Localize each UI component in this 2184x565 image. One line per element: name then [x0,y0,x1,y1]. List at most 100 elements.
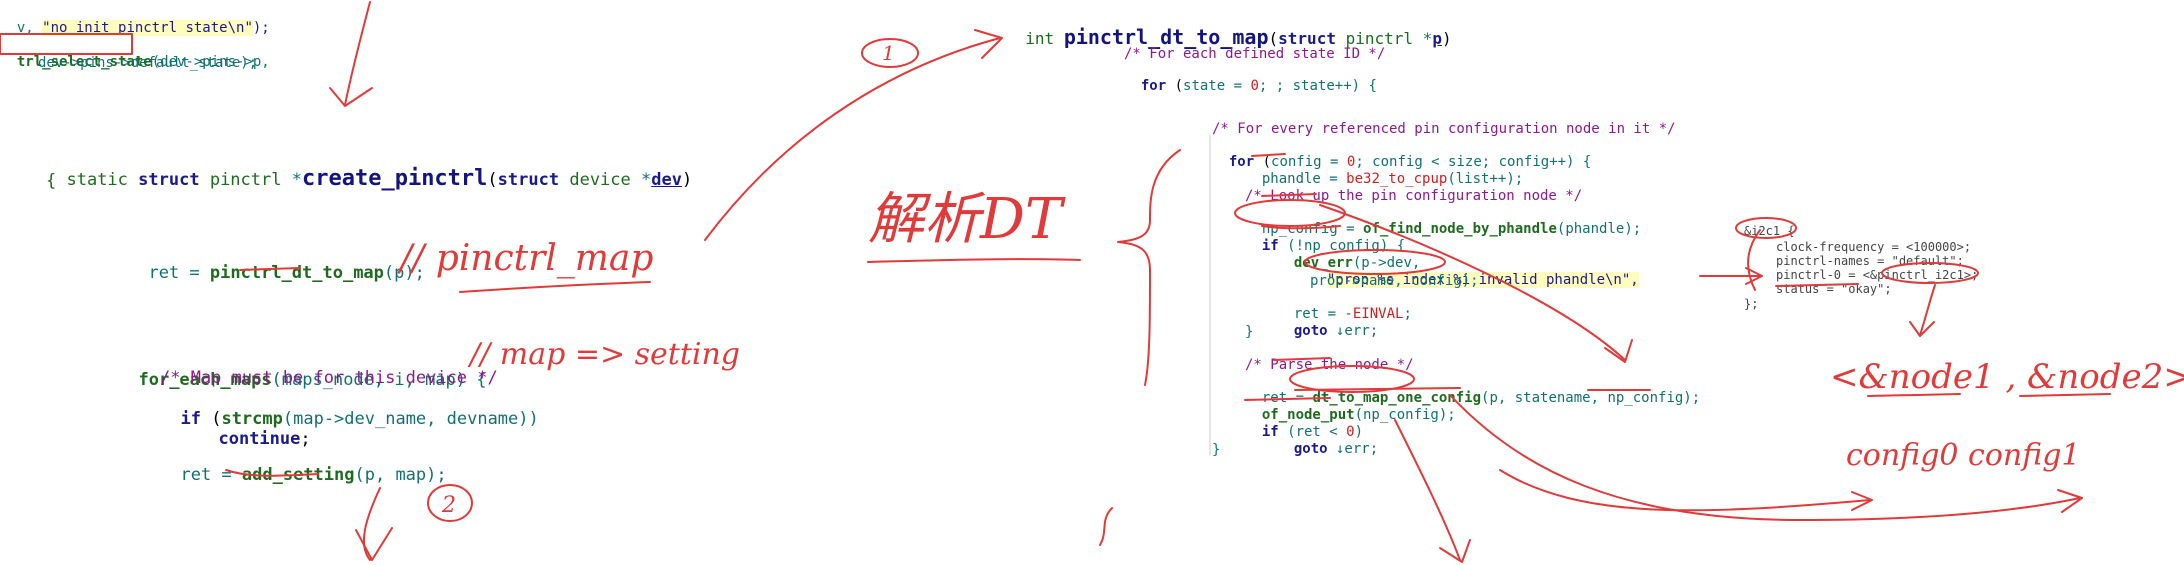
dt-line2: clock-frequency = <100000>; [1776,240,1972,254]
arrowhead-nodes [1909,321,1935,337]
for1-rest: ; ; state++) { [1258,78,1377,94]
goto1-kw: goto [1293,323,1328,339]
phandle-var: phandle = [1261,171,1347,187]
arrow-to-dt-to-map [704,37,1001,241]
param-struct-kw: struct [497,170,560,190]
function-name: create_pinctrl [301,166,488,191]
be32-args: (list++); [1447,171,1524,187]
dt-to-map-signature: int pinctrl_dt_to_map(struct pinctrl *p) [1006,6,1452,49]
arrowhead-top-left [329,87,373,107]
find-node-args: (phandle); [1556,221,1642,237]
arrowhead-configs [2057,489,2083,513]
paren-open: ( [487,170,498,190]
handwrite-configs: config0 config1 [1846,438,2081,473]
goto-err-1: goto ↓err; [1277,307,1378,339]
dt-line6: }; [1744,297,1759,311]
for1-eq: = [1225,78,1251,94]
line1-prefix: v, [16,20,43,36]
state-comment: /* For each defined state ID */ [1124,46,1386,62]
sig-paren-close: ) [1441,29,1452,48]
strcmp-args: (map->dev_name, devname)) [282,409,539,429]
handwrite-map-setting: // map => setting [467,337,740,372]
handwrite-parse-dt: 解析DT [868,187,1066,252]
close-brace-1: } [1245,324,1254,340]
goto2-kw: goto [1293,441,1328,457]
add-setting-fn: add_setting [241,465,355,485]
underline-pinctrl-map [459,281,651,293]
config-comment: /* For every referenced pin configuratio… [1212,121,1676,137]
param-name: dev [651,170,682,190]
arrow-down-parse [1394,419,1461,561]
goto1-target: ↓err; [1327,323,1379,339]
dt-line5: status = "okay"; [1776,282,1892,296]
for1-open: ( [1166,78,1184,94]
lookup-comment: /* Look up the pin configuration node */ [1245,188,1583,204]
hook-mark [1099,507,1113,546]
dev-err-args2: prop->name, config); [1310,273,1479,289]
underline-parse-dt [867,258,1081,263]
ret-dt-to-map-line: ret = pinctrl_dt_to_map(p); [128,243,425,283]
ret-var: ret = [148,263,210,283]
for1-zero: 0 [1250,78,1259,94]
star: * [291,170,302,190]
dt-line1: &i2c1 { [1744,224,1795,238]
underline-node1 [1867,393,1961,397]
circle-two-label: 2 [441,493,456,518]
add-setting-line: ret = add_setting(p, map); [160,445,447,485]
underline-node2 [2019,393,2111,397]
line1-string: "no init pinctrl state\n" [42,20,253,36]
phandle-line: phandle = be32_to_cpup(list++); [1245,155,1523,187]
arrowhead-config0 [1851,491,1873,511]
arrowhead-dt-to-map [974,29,1003,59]
close-brace-2: } [1212,442,1221,458]
handwrite-nodes: <&node1 , &node2> [1830,357,2184,397]
ret-einval-c: ; [1403,306,1412,322]
top-left-line1: v, "no init pinctrl state\n"); [0,4,270,36]
goto2-target: ↓err; [1327,441,1379,457]
arrow-down-2 [362,487,381,561]
line1-suffix: ); [252,20,270,36]
struct-kw: struct [138,170,200,190]
handwrite-pinctrl-map: // pinctrl_map [397,238,653,279]
arrowhead-2 [355,527,393,561]
circle-one [861,38,919,68]
arrowhead-dt-snippet [1745,267,1763,285]
select-state-args2: dev->pins->default_state); [38,55,258,71]
param-type: device [569,170,631,190]
for-state-line: for (state = 0; ; state++) { [1124,62,1377,94]
circle-two [427,484,473,522]
ret-parse-args: (p, statename, np_config); [1481,390,1701,406]
arrow-to-configs [1449,394,2081,521]
dt-brace [1747,229,1761,291]
int-kw: int [1025,29,1055,48]
goto-err-2: goto ↓err; [1277,425,1378,457]
dt-to-map-call: pinctrl_dt_to_map [209,263,384,283]
ret2-var: ret = [180,465,242,485]
circle-one-label: 1 [882,41,895,65]
dt-line4: pinctrl-0 = <&pinctrl_i2c1>; [1776,268,1979,282]
arrow-down-top-left [344,1,371,106]
arrow-down-nodes [1919,284,1936,336]
parse-comment: /* Parse the node */ [1245,357,1414,373]
open-brace: { [46,171,57,191]
arrow-to-config0 [1499,469,1871,512]
for1-var: state [1183,78,1226,94]
arrowhead-parse [1439,539,1471,563]
for1-kw: for [1140,78,1167,94]
arrowhead-np-config [1604,339,1633,363]
curly-brace [1117,149,1181,386]
static-kw: static [66,170,128,190]
node-put-args: (np_config); [1354,407,1456,423]
dt-to-map-args: (p); [383,263,425,283]
sig-param: p [1432,29,1442,48]
create-pinctrl-signature: static struct pinctrl *create_pinctrl(st… [46,146,692,191]
param-star: * [641,170,652,190]
add-setting-args: (p, map); [354,465,447,485]
map-comment: /* Map must be for this device */ [160,368,498,388]
paren-close: ) [681,170,693,190]
sig-star: * [1422,29,1433,48]
be32-fn: be32_to_cpup [1346,171,1448,187]
return-type: pinctrl [209,170,282,190]
continue-line: continue; [198,409,310,449]
dt-line3: pinctrl-names = "default"; [1776,254,1964,268]
